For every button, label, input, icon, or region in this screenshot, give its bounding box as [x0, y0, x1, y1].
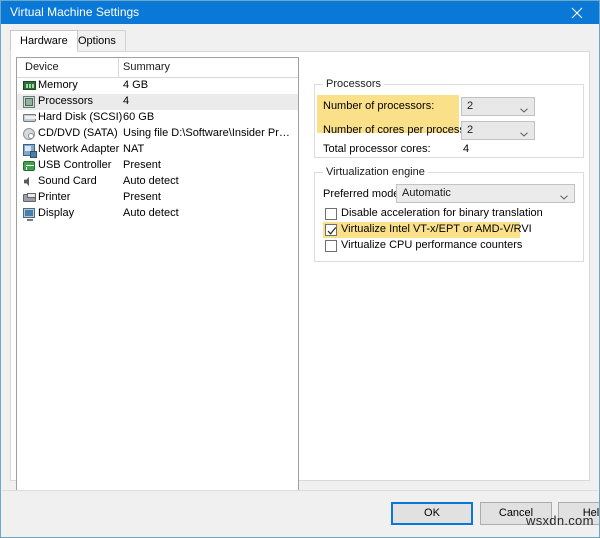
sound-card-icon	[23, 176, 36, 188]
device-summary: Present	[123, 191, 161, 203]
checkbox-virtualize-cpu-counters[interactable]: Virtualize CPU performance counters	[315, 238, 575, 254]
virtualization-group-title: Virtualization engine	[323, 166, 428, 178]
device-name: USB Controller	[38, 159, 112, 171]
device-name: Sound Card	[38, 175, 97, 187]
checkbox-label: Virtualize Intel VT-x/EPT or AMD-V/RVI	[341, 223, 532, 235]
column-header-summary[interactable]: Summary	[123, 61, 170, 73]
tab-strip: Hardware Options	[10, 30, 590, 52]
device-name: Processors	[38, 95, 94, 107]
preferred-mode-label: Preferred mode:	[323, 188, 403, 200]
device-summary: 60 GB	[123, 111, 155, 123]
processors-group-title: Processors	[323, 78, 385, 90]
device-list-header: Device Summary	[17, 58, 298, 78]
device-name: Network Adapter	[38, 143, 120, 155]
number-of-processors-label: Number of processors:	[323, 100, 435, 112]
chevron-down-icon	[520, 128, 528, 137]
table-row[interactable]: Display Auto detect	[17, 206, 298, 222]
window-title: Virtual Machine Settings	[10, 5, 140, 19]
table-row[interactable]: CD/DVD (SATA) Using file D:\Software\Ins…	[17, 126, 298, 142]
checkbox-box[interactable]	[325, 224, 337, 236]
table-row[interactable]: Memory 4 GB	[17, 78, 298, 94]
total-processor-cores-value: 4	[463, 143, 470, 155]
number-of-cores-label: Number of cores per processor:	[323, 124, 478, 136]
chevron-down-icon	[520, 104, 528, 113]
table-row[interactable]: Sound Card Auto detect	[17, 174, 298, 190]
checkbox-box[interactable]	[325, 240, 337, 252]
device-summary: 4 GB	[123, 79, 149, 91]
number-of-processors-value: 2	[467, 100, 474, 112]
preferred-mode-value: Automatic	[402, 187, 451, 199]
close-icon[interactable]	[555, 1, 599, 24]
device-name: Memory	[38, 79, 78, 91]
ok-button[interactable]: OK	[391, 502, 473, 525]
checkbox-label: Disable acceleration for binary translat…	[341, 207, 543, 219]
device-name: Printer	[38, 191, 71, 203]
table-row[interactable]: Hard Disk (SCSI) 60 GB	[17, 110, 298, 126]
column-header-device[interactable]: Device	[25, 61, 59, 73]
number-of-processors-select[interactable]: 2	[461, 97, 535, 116]
checkbox-disable-acceleration[interactable]: Disable acceleration for binary translat…	[315, 206, 575, 222]
device-name: CD/DVD (SATA)	[38, 127, 118, 139]
tab-hardware[interactable]: Hardware	[10, 30, 78, 52]
dialog-button-bar: OK Cancel Help	[2, 491, 599, 536]
cd-dvd-icon	[23, 128, 36, 140]
table-row[interactable]: Printer Present	[17, 190, 298, 206]
device-list[interactable]: Device Summary Memory 4 GB Processors 4	[16, 57, 299, 491]
device-name: Display	[38, 207, 75, 219]
display-icon	[23, 208, 36, 221]
column-divider	[118, 58, 119, 77]
processor-icon	[23, 96, 36, 108]
total-processor-cores-label: Total processor cores:	[323, 143, 431, 155]
table-row[interactable]: Network Adapter NAT	[17, 142, 298, 158]
virtual-machine-settings-window: Virtual Machine Settings Hardware Option…	[0, 0, 600, 538]
watermark: wsxdn.com	[526, 513, 594, 528]
preferred-mode-select[interactable]: Automatic	[396, 184, 575, 203]
number-of-cores-value: 2	[467, 124, 474, 136]
device-summary: Using file D:\Software\Insider Previe...	[123, 127, 295, 139]
table-row[interactable]: Processors 4	[17, 94, 298, 110]
number-of-cores-select[interactable]: 2	[461, 121, 535, 140]
hard-disk-icon	[23, 112, 36, 124]
device-summary: 4	[123, 95, 130, 107]
device-summary: NAT	[123, 143, 145, 155]
memory-icon	[23, 80, 36, 92]
virtualization-engine-group: Virtualization engine Preferred mode: Au…	[314, 166, 584, 262]
network-adapter-icon	[23, 144, 37, 158]
device-summary: Auto detect	[123, 207, 179, 219]
title-bar: Virtual Machine Settings	[1, 1, 599, 24]
table-row[interactable]: USB Controller Present	[17, 158, 298, 174]
checkbox-box[interactable]	[325, 208, 337, 220]
checkbox-virtualize-vt-x[interactable]: Virtualize Intel VT-x/EPT or AMD-V/RVI	[315, 222, 575, 238]
usb-controller-icon	[23, 160, 36, 172]
device-summary: Present	[123, 159, 161, 171]
checkbox-label: Virtualize CPU performance counters	[341, 239, 523, 251]
chevron-down-icon	[560, 191, 568, 200]
device-summary: Auto detect	[123, 175, 179, 187]
printer-icon	[23, 192, 36, 204]
checkmark-icon	[327, 227, 337, 235]
device-name: Hard Disk (SCSI)	[38, 111, 123, 123]
dialog-client-area: Hardware Options Device Summary Memory 4…	[2, 24, 599, 536]
processors-group: Processors Number of processors: 2 Numbe…	[314, 78, 584, 158]
